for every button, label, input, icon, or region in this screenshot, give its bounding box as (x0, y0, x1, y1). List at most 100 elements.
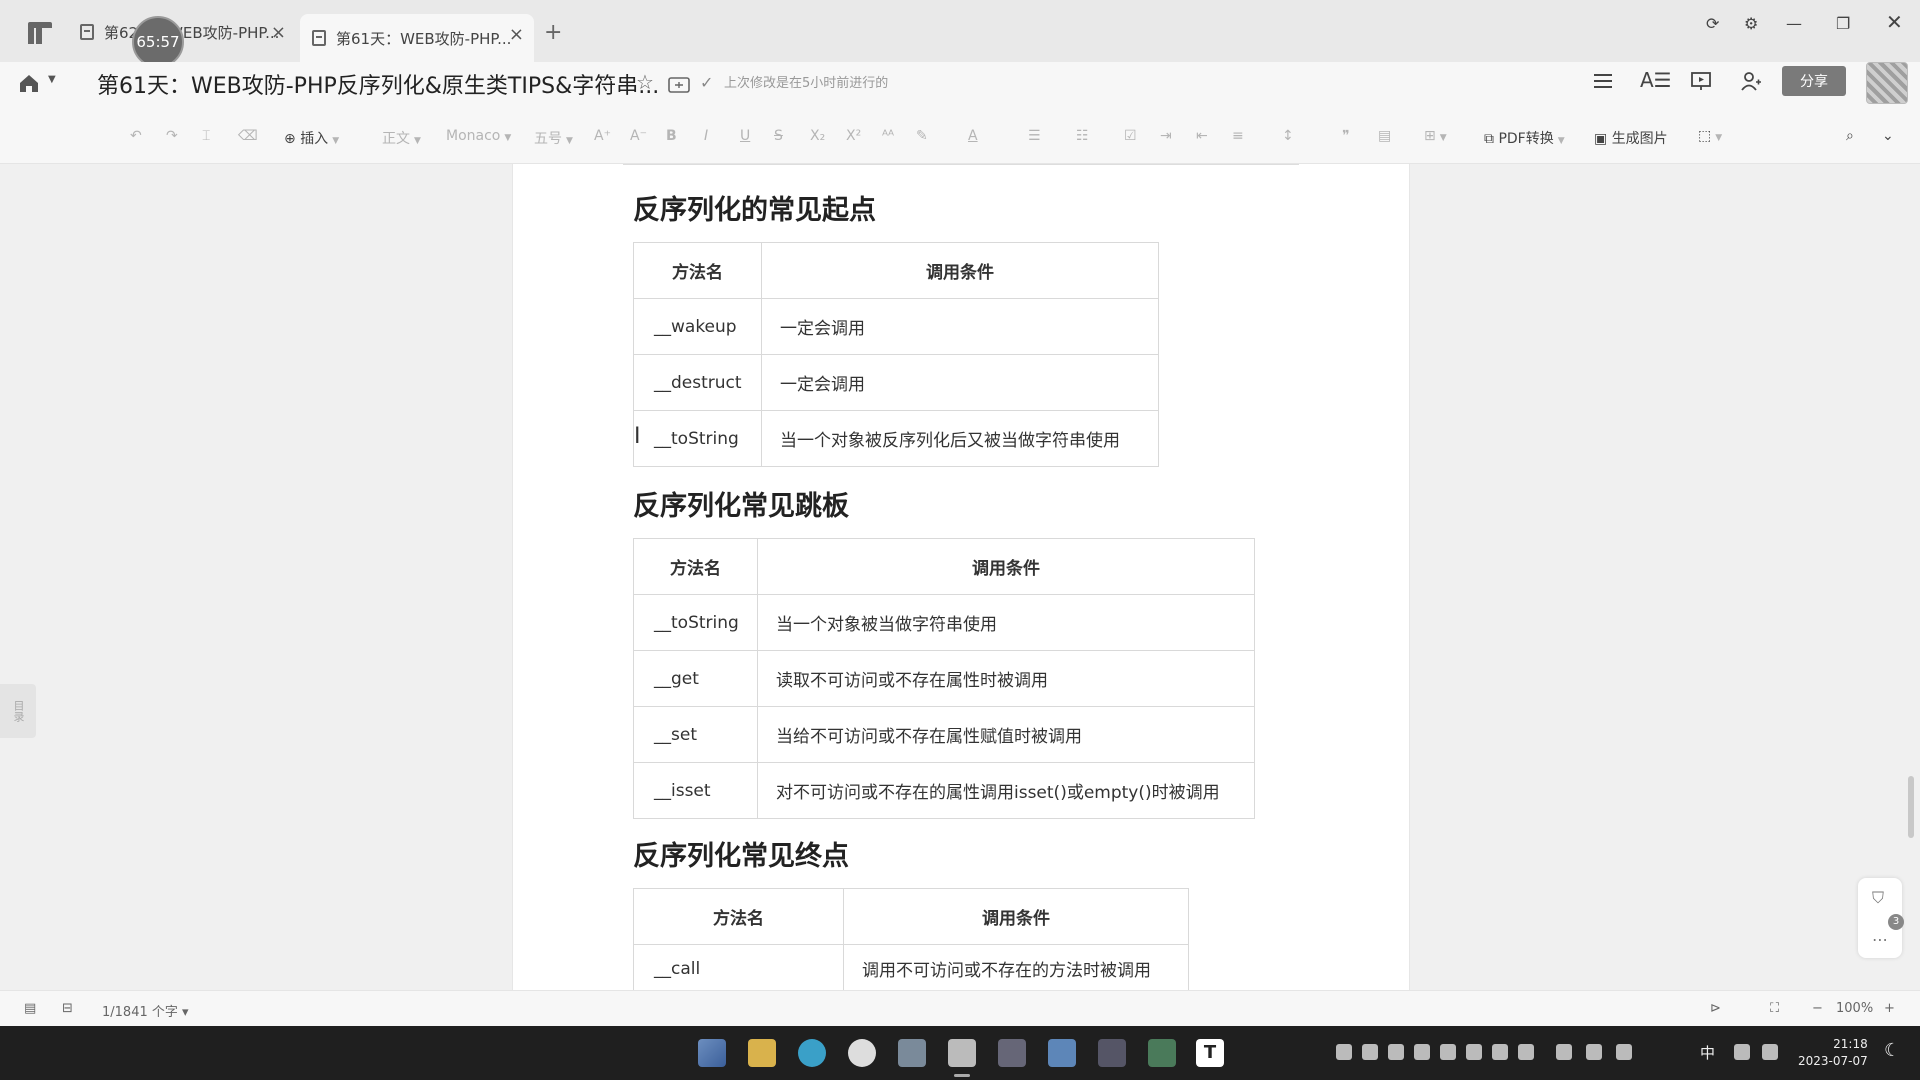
chevron-down-icon[interactable]: ⌄ (1882, 128, 1894, 144)
method-cell[interactable]: __destruct (633, 354, 762, 411)
scrollbar-thumb[interactable] (1908, 776, 1914, 838)
bullet-list-icon[interactable]: ☰ (1028, 128, 1041, 144)
tray-app-icon[interactable] (1440, 1044, 1456, 1060)
tray-camera-icon[interactable] (1388, 1044, 1404, 1060)
home-icon[interactable] (18, 72, 40, 94)
docs-app-icon[interactable] (948, 1039, 976, 1077)
system-clock[interactable]: 21:18 2023-07-07 (1798, 1036, 1868, 1070)
menu-list-icon[interactable] (1592, 70, 1614, 92)
undo-icon[interactable]: ↶ (130, 128, 142, 144)
restore-icon[interactable]: ❐ (1836, 14, 1850, 33)
method-cell[interactable]: __get (633, 650, 758, 707)
numbered-list-icon[interactable]: ☷ (1076, 128, 1089, 144)
volume-icon[interactable] (1762, 1044, 1778, 1060)
play-icon[interactable]: ⊳ (1710, 1001, 1721, 1016)
bold-icon[interactable]: B (666, 128, 677, 144)
typora-icon[interactable]: T (1196, 1039, 1224, 1067)
method-cell[interactable]: __toString (633, 410, 762, 467)
condition-cell[interactable]: 当一个对象被反序列化后又被当做字符串使用 (761, 410, 1159, 467)
floating-assistant-panel[interactable]: ⛉ 3 ⋯ (1858, 878, 1904, 958)
condition-cell[interactable]: 当给不可访问或不存在属性赋值时被调用 (757, 706, 1255, 763)
tray-cloud-icon[interactable] (1414, 1044, 1430, 1060)
moon-notification-icon[interactable]: ☾ (1884, 1040, 1900, 1061)
italic-icon[interactable]: I (704, 128, 708, 144)
clear-format-icon[interactable]: ⌫ (238, 128, 258, 144)
minimize-icon[interactable]: — (1786, 14, 1802, 33)
outline-view-icon[interactable]: ▤ (24, 1001, 36, 1016)
quote-icon[interactable]: ❞ (1342, 128, 1350, 144)
tray-copy-icon[interactable] (1556, 1044, 1572, 1060)
insert-menu[interactable]: ⊕ 插入 ▼ (284, 128, 339, 148)
edge-browser-icon[interactable] (798, 1039, 826, 1067)
align-icon[interactable]: ≡ (1232, 128, 1244, 144)
tray-battery-icon[interactable] (1586, 1044, 1602, 1060)
close-icon[interactable]: × (271, 22, 286, 43)
network-icon[interactable] (1734, 1044, 1750, 1060)
search-icon[interactable]: ⌕ (1846, 128, 1854, 144)
tab-doc-61[interactable]: 第61天：WEB攻防-PHP... × (300, 14, 534, 62)
fullscreen-icon[interactable]: ⛶ (1770, 1001, 1779, 1016)
line-spacing-icon[interactable]: ↕ (1282, 128, 1294, 144)
outdent-icon[interactable]: ⇤ (1196, 128, 1208, 144)
condition-cell[interactable]: 一定会调用 (761, 354, 1159, 411)
paragraph-style-select[interactable]: 正文 ▼ (382, 128, 421, 148)
text-format-icon[interactable]: A☰ (1640, 68, 1672, 92)
method-cell[interactable]: __call (633, 944, 844, 993)
checklist-icon[interactable]: ☑ (1124, 128, 1137, 144)
font-family-select[interactable]: Monaco ▼ (446, 128, 511, 144)
new-tab-plus-icon[interactable]: + (544, 20, 562, 45)
folder-icon[interactable] (668, 74, 690, 96)
steam-icon[interactable] (998, 1039, 1026, 1067)
font-color-icon[interactable]: A (968, 128, 978, 144)
format-painter-icon[interactable]: ⌶ (202, 128, 210, 144)
generate-image-button[interactable]: ▣ 生成图片 (1594, 128, 1668, 148)
decrease-font-icon[interactable]: A⁻ (630, 128, 647, 144)
comment-block-icon[interactable]: ▤ (1378, 128, 1391, 144)
tray-p-icon[interactable] (1492, 1044, 1508, 1060)
tray-display-icon[interactable] (1518, 1044, 1534, 1060)
close-window-icon[interactable]: ✕ (1886, 10, 1903, 34)
more-tools-icon[interactable]: ⬚ ▼ (1698, 128, 1722, 144)
pdf-convert-button[interactable]: ⧉ PDF转换 ▼ (1484, 128, 1565, 148)
condition-cell[interactable]: 当一个对象被当做字符串使用 (757, 594, 1255, 651)
shirt-skin-icon[interactable]: ⛉ (1872, 888, 1884, 908)
method-cell[interactable]: __wakeup (633, 298, 762, 355)
close-icon[interactable]: × (509, 24, 524, 45)
file-explorer-icon[interactable] (748, 1039, 776, 1067)
zoom-out-icon[interactable]: − (1812, 1001, 1823, 1016)
font-size-select[interactable]: 五号 ▼ (534, 128, 573, 148)
subscript-icon[interactable]: X₂ (810, 128, 825, 144)
underline-icon[interactable]: U (740, 128, 750, 144)
ime-indicator[interactable]: 中 (1700, 1042, 1715, 1063)
star-icon[interactable]: ☆ (636, 70, 658, 94)
present-screen-icon[interactable] (1690, 70, 1712, 92)
collaborator-icon[interactable] (1740, 70, 1762, 92)
table-insert-icon[interactable]: ⊞ ▼ (1424, 128, 1447, 144)
method-cell[interactable]: __toString (633, 594, 758, 651)
terminal-icon[interactable] (1098, 1039, 1126, 1067)
word-count[interactable]: 1/1841 个字 ▾ (102, 1001, 189, 1020)
page-title[interactable]: 第61天：WEB攻防-PHP反序列化&原生类TIPS&字符串... (97, 68, 659, 100)
highlight-icon[interactable]: ✎ (916, 128, 928, 144)
zoom-level[interactable]: 100% (1836, 1001, 1873, 1016)
method-cell[interactable]: __set (633, 706, 758, 763)
app-icon[interactable] (1148, 1039, 1176, 1067)
tray-shield-icon[interactable] (1362, 1044, 1378, 1060)
task-view-icon[interactable] (898, 1039, 926, 1067)
avatar[interactable] (1866, 62, 1908, 104)
zoom-in-icon[interactable]: + (1884, 1001, 1895, 1016)
increase-font-icon[interactable]: A⁺ (594, 128, 611, 144)
strikethrough-icon[interactable]: S (774, 128, 783, 144)
more-dots-icon[interactable]: ⋯ (1872, 930, 1888, 949)
chrome-icon[interactable] (848, 1039, 876, 1067)
windows-start-icon[interactable] (698, 1039, 726, 1067)
superscript-icon[interactable]: X² (846, 128, 861, 144)
condition-cell[interactable]: 调用不可访问或不存在的方法时被调用 (843, 944, 1189, 993)
outline-toggle[interactable]: 目录 (0, 684, 36, 738)
method-cell[interactable]: __isset (633, 762, 758, 819)
refresh-icon[interactable]: ⟳ (1706, 14, 1719, 33)
app-logo-icon[interactable] (26, 20, 54, 46)
page-view-icon[interactable]: ⊟ (62, 1001, 73, 1016)
tray-gear-icon[interactable] (1466, 1044, 1482, 1060)
share-button[interactable]: 分享 (1782, 66, 1846, 96)
